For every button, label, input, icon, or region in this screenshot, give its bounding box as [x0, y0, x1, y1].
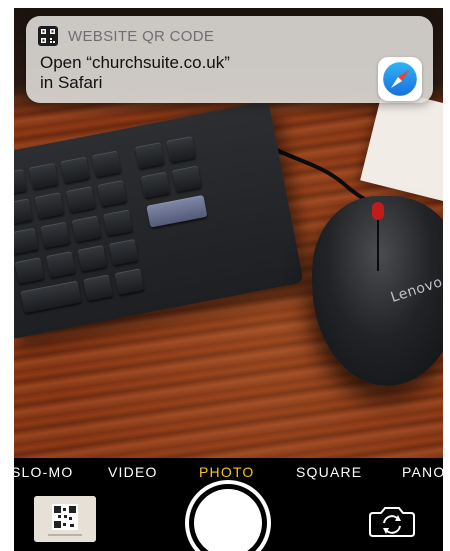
key — [14, 257, 45, 284]
key — [14, 227, 39, 255]
key — [14, 168, 28, 196]
last-photo-thumbnail[interactable] — [34, 496, 96, 542]
qr-code-thumbnail-icon — [34, 496, 96, 542]
notification-message-line: Open “churchsuite.co.uk” — [40, 53, 230, 72]
key — [60, 156, 90, 184]
key — [71, 215, 102, 243]
key — [166, 136, 197, 163]
key — [140, 171, 171, 199]
key — [34, 192, 65, 219]
key — [97, 179, 128, 207]
key — [77, 244, 108, 272]
shutter-button[interactable] — [185, 480, 271, 551]
camera-controls — [14, 480, 443, 551]
key — [172, 165, 202, 193]
key — [40, 221, 71, 249]
mode-slo-mo[interactable]: SLO-MO — [14, 464, 73, 480]
safari-icon[interactable] — [378, 57, 422, 101]
qr-code-notification[interactable]: WEBSITE QR CODE Open “churchsuite.co.uk”… — [26, 16, 433, 103]
flip-camera-icon[interactable] — [367, 504, 417, 538]
key — [28, 162, 59, 190]
mouse-brand-label: Lenovo — [388, 274, 443, 306]
key — [108, 238, 139, 266]
key — [134, 142, 165, 169]
key — [91, 150, 122, 178]
mode-photo[interactable]: PHOTO — [199, 464, 255, 480]
key — [65, 186, 96, 213]
key — [46, 251, 76, 278]
key — [114, 268, 145, 295]
mouse-scroll-wheel — [372, 202, 384, 220]
key — [103, 209, 133, 236]
key — [20, 280, 82, 314]
key — [83, 274, 113, 301]
key — [146, 194, 208, 228]
shutter-icon — [194, 489, 262, 551]
qr-code-icon — [38, 26, 58, 46]
key — [14, 198, 33, 225]
mouse-button-split — [377, 216, 379, 271]
mode-square[interactable]: SQUARE — [296, 464, 362, 480]
mode-video[interactable]: VIDEO — [108, 464, 158, 480]
notification-message: Open “churchsuite.co.uk” in Safari — [40, 53, 360, 93]
mode-pano[interactable]: PANO — [402, 464, 443, 480]
camera-app: Lenovo WEBSITE QR CODE Open “churchsuite… — [14, 8, 443, 551]
notification-message-line: in Safari — [40, 73, 103, 92]
camera-viewfinder[interactable]: Lenovo WEBSITE QR CODE Open “churchsuite… — [14, 8, 443, 458]
notification-title: WEBSITE QR CODE — [68, 28, 215, 45]
